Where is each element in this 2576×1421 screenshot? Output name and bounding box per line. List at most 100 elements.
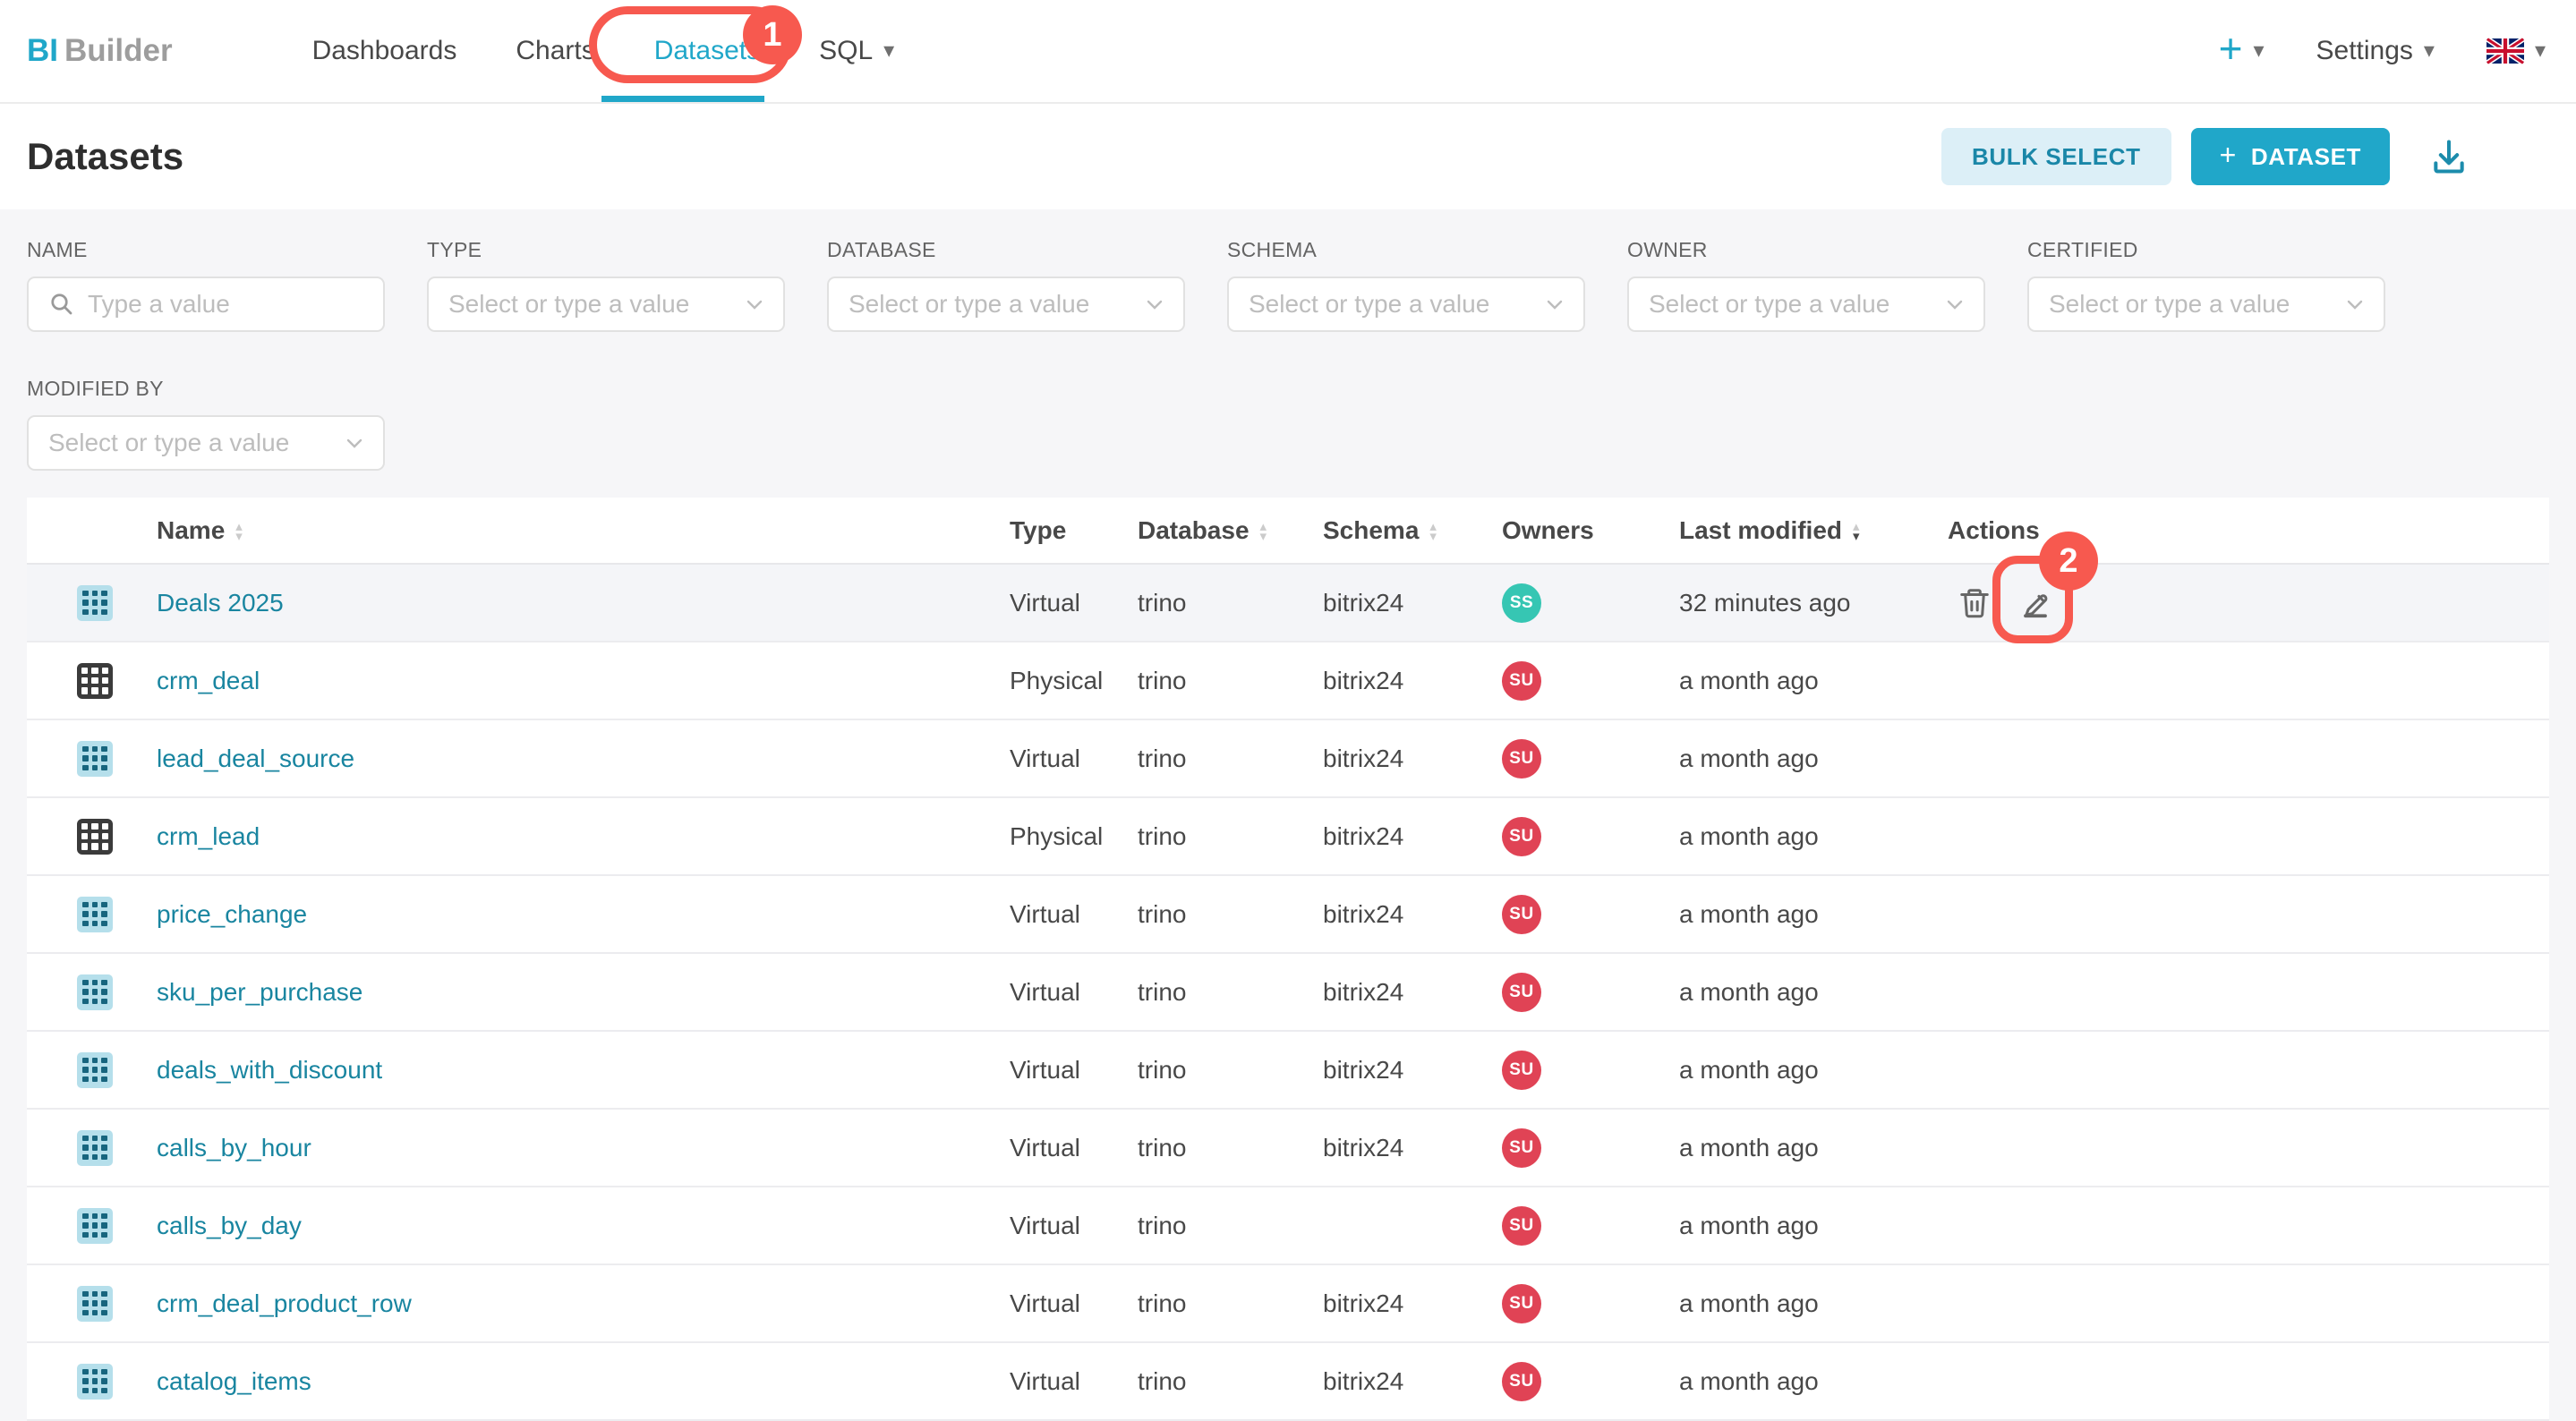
filter-label: CERTIFIED [2027,238,2385,262]
dataset-type-icon [77,1052,113,1088]
dataset-name-cell: Deals 2025 [148,564,1010,642]
nav-item-datasets[interactable]: Datasets [654,36,760,66]
dataset-name-link[interactable]: Deals 2025 [157,589,284,617]
table-row: sku_per_purchase Virtual trino bitrix24 … [27,953,2549,1031]
owner-select[interactable] [1627,277,1985,332]
edit-dataset-button[interactable] [2018,586,2052,620]
owner-avatar[interactable]: SU [1502,661,1541,701]
dataset-modified-cell: a month ago [1679,1109,1948,1187]
trash-icon [1958,586,1992,620]
owner-avatar[interactable]: SU [1502,817,1541,856]
dataset-owners-cell: SU [1502,1264,1679,1342]
database-filter-input[interactable] [849,290,1133,319]
new-item-menu[interactable]: + ▾ [2219,33,2265,69]
dataset-owners-cell: SU [1502,875,1679,953]
dataset-schema-cell: bitrix24 [1323,953,1502,1031]
name-search-box[interactable] [27,277,385,332]
column-header-owners: Owners [1502,498,1679,564]
dataset-name-link[interactable]: crm_deal [157,667,260,694]
owner-avatar[interactable]: SS [1502,583,1541,623]
dataset-type-cell: Virtual [1010,1031,1138,1109]
dataset-name-link[interactable]: crm_deal_product_row [157,1289,412,1317]
export-datasets-button[interactable] [2429,137,2469,176]
dataset-type-cell: Virtual [1010,1187,1138,1264]
dataset-type-cell: Virtual [1010,564,1138,642]
dataset-type-icon [77,1364,113,1400]
nav-item-charts[interactable]: Charts [516,36,594,66]
owner-avatar[interactable]: SU [1502,1051,1541,1090]
owner-avatar[interactable]: SU [1502,1284,1541,1323]
table-row: deals_with_discount Virtual trino bitrix… [27,1031,2549,1109]
plus-icon: + [2219,28,2243,69]
modified-by-select[interactable] [27,415,385,471]
dataset-name-link[interactable]: price_change [157,900,307,928]
certified-select[interactable] [2027,277,2385,332]
chevron-down-icon [1144,294,1165,315]
dataset-type-cell: Virtual [1010,719,1138,797]
table-row: calls_by_day Virtual trino SU a month ag… [27,1187,2549,1264]
dataset-schema-cell [1323,1187,1502,1264]
dataset-name-link[interactable]: lead_deal_source [157,745,354,772]
app-logo[interactable]: BIBuilder [27,33,173,69]
name-filter-input[interactable] [88,290,365,319]
dataset-name-link[interactable]: crm_lead [157,822,260,850]
chevron-down-icon: ▾ [2424,40,2435,62]
dataset-name-link[interactable]: calls_by_day [157,1212,302,1239]
modified-by-filter-input[interactable] [48,429,333,457]
column-header-database[interactable]: Database▴▾ [1138,498,1323,564]
dataset-icon-cell [27,1031,148,1109]
dataset-actions-cell [1948,1264,2549,1342]
owner-filter-input[interactable] [1649,290,1933,319]
dataset-icon-cell [27,719,148,797]
add-dataset-button[interactable]: + DATASET [2191,128,2390,185]
bulk-select-button[interactable]: BULK SELECT [1941,128,2171,185]
owner-avatar[interactable]: SU [1502,895,1541,934]
dataset-name-cell: crm_deal_product_row [148,1264,1010,1342]
database-select[interactable] [827,277,1185,332]
owner-avatar[interactable]: SU [1502,973,1541,1012]
schema-filter-input[interactable] [1249,290,1533,319]
dataset-name-link[interactable]: sku_per_purchase [157,978,363,1006]
chevron-down-icon: ▾ [2535,40,2546,62]
header-icon-spacer [27,498,148,564]
owner-avatar[interactable]: SU [1502,1128,1541,1168]
dataset-type-icon [77,1130,113,1166]
filter-type: TYPE [427,238,785,332]
dataset-type-icon [77,663,113,699]
dataset-actions-cell [1948,875,2549,953]
language-menu[interactable]: ▾ [2486,38,2546,64]
nav-item-sql[interactable]: SQL ▾ [819,36,894,66]
nav-item-dashboards[interactable]: Dashboards [312,36,457,66]
schema-select[interactable] [1227,277,1585,332]
type-select[interactable] [427,277,785,332]
dataset-actions-cell [1948,719,2549,797]
dataset-name-link[interactable]: calls_by_hour [157,1134,311,1161]
dataset-schema-cell: bitrix24 [1323,1342,1502,1420]
settings-menu[interactable]: Settings ▾ [2316,36,2435,66]
filter-label: OWNER [1627,238,1985,262]
dataset-name-link[interactable]: deals_with_discount [157,1056,382,1084]
dataset-owners-cell: SS [1502,564,1679,642]
type-filter-input[interactable] [448,290,733,319]
dataset-icon-cell [27,1264,148,1342]
certified-filter-input[interactable] [2049,290,2333,319]
column-header-last-modified[interactable]: Last modified▴▾ [1679,498,1948,564]
dataset-icon-cell [27,1342,148,1420]
owner-avatar[interactable]: SU [1502,739,1541,779]
dataset-type-icon [77,741,113,777]
dataset-type-cell: Physical [1010,797,1138,875]
chevron-down-icon [744,294,765,315]
dataset-name-link[interactable]: catalog_items [157,1367,311,1395]
delete-dataset-button[interactable] [1958,586,1992,620]
column-header-name[interactable]: Name▴▾ [148,498,1010,564]
dataset-database-cell: trino [1138,797,1323,875]
owner-avatar[interactable]: SU [1502,1206,1541,1246]
dataset-database-cell: trino [1138,1342,1323,1420]
table-row: crm_deal Physical trino bitrix24 SU a mo… [27,642,2549,719]
dataset-database-cell: trino [1138,642,1323,719]
filters-bar: NAME TYPE DATABASE [27,238,2549,471]
navbar-right: + ▾ Settings ▾ ▾ [2219,33,2546,69]
owner-avatar[interactable]: SU [1502,1362,1541,1401]
sort-icon: ▴▾ [1260,522,1267,541]
column-header-schema[interactable]: Schema▴▾ [1323,498,1502,564]
